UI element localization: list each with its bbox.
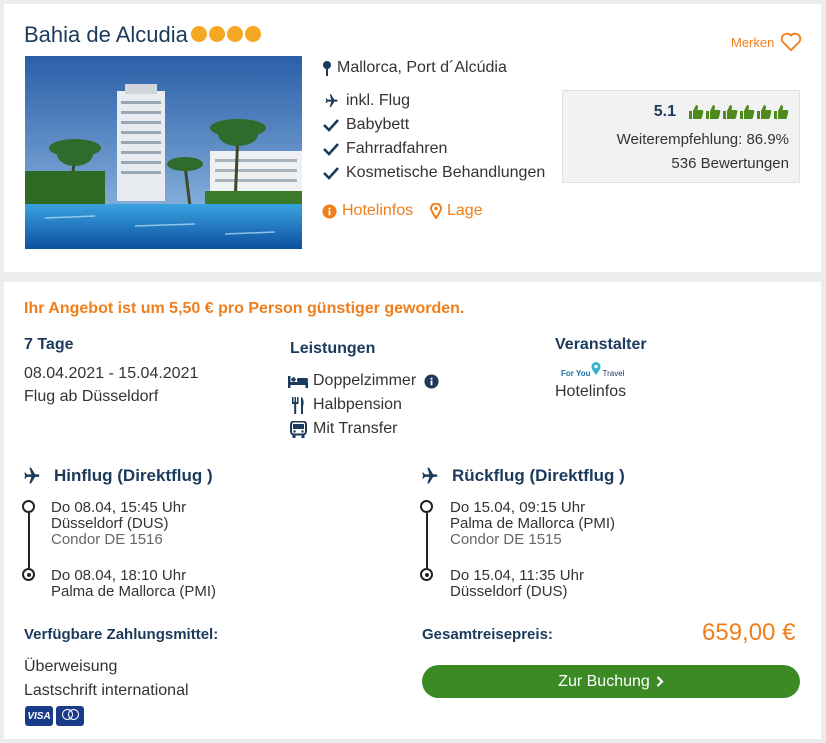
price-drop-notice: Ihr Angebot ist um 5,50 € pro Person gün… — [24, 300, 465, 317]
plane-icon — [422, 467, 438, 484]
map-marker-icon — [430, 203, 442, 219]
feature-label: Kosmetische Behandlungen — [346, 164, 546, 181]
merken-label: Merken — [731, 34, 775, 50]
check-icon — [322, 142, 340, 156]
card-logos: VISA — [25, 706, 84, 726]
thumbs-up-icon — [689, 105, 704, 119]
info-icon[interactable] — [424, 373, 439, 389]
timeline-line — [425, 513, 428, 568]
utensils-icon — [288, 396, 308, 414]
map-pin-icon — [323, 61, 331, 76]
timeline-line — [27, 513, 30, 568]
hotel-card: Bahia de Alcudia Merken Mallorca, Port d… — [4, 4, 821, 272]
outbound-arr-time: Do 08.04, 18:10 Uhr — [51, 567, 187, 584]
hotel-name[interactable]: Bahia de Alcudia — [24, 22, 188, 48]
service-label: Doppelzimmer — [313, 372, 417, 389]
star-icon — [209, 26, 225, 42]
plane-icon — [24, 467, 40, 484]
hotel-photo[interactable] — [25, 56, 302, 249]
thumbs-up-icon — [740, 105, 755, 119]
service-label: Mit Transfer — [313, 420, 398, 437]
lage-link[interactable]: Lage — [430, 202, 483, 220]
check-icon — [322, 118, 340, 132]
hotel-stars — [191, 26, 261, 42]
services-heading: Leistungen — [290, 340, 376, 357]
hotelinfos-label: Hotelinfos — [342, 202, 414, 219]
plane-icon — [322, 93, 340, 109]
inbound-flight-heading: Rückflug (Direktflug ) — [418, 466, 625, 486]
check-icon — [322, 166, 340, 180]
booking-button[interactable]: Zur Buchung — [422, 665, 800, 698]
rating-score: 5.1 — [653, 103, 676, 120]
merken-button[interactable]: Merken — [731, 32, 802, 52]
outbound-arr-airport: Palma de Mallorca (PMI) — [51, 583, 217, 600]
heart-icon — [781, 32, 802, 52]
star-icon — [245, 26, 261, 42]
inbound-arr-airport: Düsseldorf (DUS) — [450, 583, 568, 600]
inbound-arr-time: Do 15.04, 11:35 Uhr — [450, 567, 584, 584]
service-label: Halbpension — [313, 396, 402, 413]
bus-icon — [288, 420, 308, 438]
feature-label: Babybett — [346, 116, 410, 133]
thumbs-up-icon — [706, 105, 721, 119]
star-icon — [227, 26, 243, 42]
hotelinfos-link[interactable]: Hotelinfos — [322, 202, 413, 220]
operator-hotelinfos-link[interactable]: Hotelinfos — [555, 383, 626, 401]
chevron-right-icon — [656, 676, 664, 687]
departure-dot — [420, 500, 433, 513]
operator-logo: For You Travel — [561, 362, 624, 378]
service-item: Halbpension — [288, 396, 402, 414]
feature-item: Kosmetische Behandlungen — [322, 164, 545, 182]
bed-icon — [288, 374, 308, 388]
trip-duration: 7 Tage — [24, 336, 74, 353]
lage-label: Lage — [447, 202, 483, 219]
hotel-location: Mallorca, Port d´Alcúdia — [322, 59, 507, 77]
payment-method: Überweisung — [24, 658, 118, 675]
total-price-label: Gesamtreisepreis: — [422, 626, 553, 643]
payment-heading: Verfügbare Zahlungsmittel: — [24, 626, 219, 643]
outbound-carrier: Condor DE 1516 — [51, 531, 163, 548]
arrival-dot — [420, 568, 433, 581]
offer-card: Ihr Angebot ist um 5,50 € pro Person gün… — [4, 282, 821, 739]
service-item: Doppelzimmer — [288, 372, 439, 390]
thumbs-up-icon — [757, 105, 772, 119]
total-price: 659,00 € — [702, 619, 796, 646]
review-count: 536 Bewertungen — [671, 155, 789, 172]
info-icon — [322, 203, 337, 219]
rating-thumbs — [688, 104, 789, 120]
service-item: Mit Transfer — [288, 420, 397, 438]
feature-item: inkl. Flug — [322, 92, 410, 110]
star-icon — [191, 26, 207, 42]
recommendation-rate: Weiterempfehlung: 86.9% — [616, 131, 789, 148]
rating-box[interactable]: 5.1 Weiterempfehlung: 86.9% 536 Bewertun… — [562, 90, 800, 183]
outbound-dep-time: Do 08.04, 15:45 Uhr — [51, 499, 187, 516]
feature-label: Fahrradfahren — [346, 140, 448, 157]
outbound-title: Hinflug (Direktflug ) — [54, 466, 213, 485]
payment-method: Lastschrift international — [24, 682, 189, 699]
inbound-dep-time: Do 15.04, 09:15 Uhr — [450, 499, 586, 516]
location-text: Mallorca, Port d´Alcúdia — [337, 59, 507, 76]
operator-heading: Veranstalter — [555, 336, 647, 353]
inbound-carrier: Condor DE 1515 — [450, 531, 562, 548]
outbound-dep-airport: Düsseldorf (DUS) — [51, 515, 169, 532]
inbound-title: Rückflug (Direktflug ) — [452, 466, 625, 485]
mastercard-icon — [56, 706, 84, 726]
visa-icon: VISA — [25, 706, 53, 726]
departure-info: Flug ab Düsseldorf — [24, 388, 159, 405]
departure-dot — [22, 500, 35, 513]
feature-item: Babybett — [322, 116, 409, 134]
thumbs-up-icon — [774, 105, 789, 119]
trip-dates: 08.04.2021 - 15.04.2021 — [24, 365, 199, 382]
thumbs-up-icon — [723, 105, 738, 119]
arrival-dot — [22, 568, 35, 581]
feature-label: inkl. Flug — [346, 92, 411, 109]
inbound-dep-airport: Palma de Mallorca (PMI) — [450, 515, 616, 532]
outbound-flight-heading: Hinflug (Direktflug ) — [20, 466, 213, 486]
feature-item: Fahrradfahren — [322, 140, 447, 158]
booking-button-label: Zur Buchung — [558, 672, 650, 690]
